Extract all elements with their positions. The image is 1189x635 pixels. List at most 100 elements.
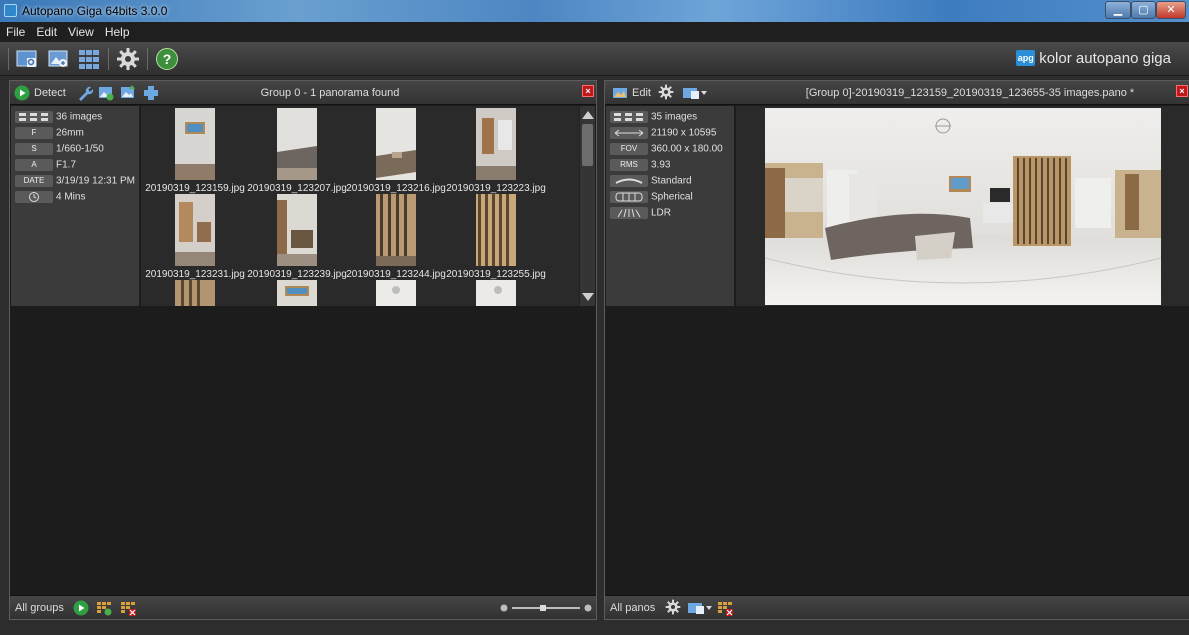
help-icon[interactable]: ?: [155, 47, 179, 71]
shutter-speed-row: S 1/660-1/50: [15, 143, 104, 157]
thumbnail-item-partial[interactable]: [245, 280, 349, 306]
date-tag: DATE: [15, 175, 53, 187]
export-images-icon[interactable]: [120, 85, 136, 101]
thumbnail-image: [277, 280, 317, 306]
date-value: 3/19/19 12:31 PM: [56, 175, 135, 187]
menu-edit[interactable]: Edit: [30, 22, 62, 39]
thumbnail-item[interactable]: 20190319_123244.jpg: [344, 194, 448, 280]
thumbnail-item[interactable]: 20190319_123207.jpg: [245, 108, 349, 194]
edit-button[interactable]: Edit: [632, 87, 651, 99]
detect-button[interactable]: Detect: [34, 87, 66, 99]
aperture-tag: A: [15, 159, 53, 171]
menu-help[interactable]: Help: [99, 22, 135, 39]
settings-gear-icon[interactable]: [116, 47, 140, 71]
render-all-dropdown-icon[interactable]: [687, 600, 713, 616]
thumbnail-zoom-slider[interactable]: [500, 603, 592, 613]
thumbnail-item[interactable]: 20190319_123255.jpg: [444, 194, 548, 280]
ldr-range-icon: [610, 207, 648, 219]
render-all-gear-icon[interactable]: [665, 599, 681, 615]
thumbnail-item-partial[interactable]: [344, 280, 448, 306]
thumbnail-filename: 20190319_123255.jpg: [446, 269, 546, 280]
thumbnail-filename: 20190319_123231.jpg: [145, 269, 245, 280]
fov-tag: FOV: [610, 143, 648, 155]
minimize-button[interactable]: ▁: [1105, 1, 1131, 19]
import-images-icon[interactable]: [46, 47, 70, 71]
thumbnail-filename: 20190319_123239.jpg: [247, 269, 347, 280]
rms-value: 3.93: [651, 159, 671, 171]
thumbnail-item[interactable]: 20190319_123159.jpg: [143, 108, 247, 194]
pano-info-column: 35 images 21190 x 10595 FOV 360.00 x 180.…: [606, 106, 734, 306]
dynamic-range-value: LDR: [651, 207, 672, 219]
remove-group-icon[interactable]: [120, 600, 136, 616]
wrench-icon[interactable]: [77, 85, 93, 101]
image-groups-panel: Detect Group 0 - 1 panorama found × 36 i…: [9, 80, 597, 620]
aperture-row: A F1.7: [15, 159, 76, 173]
groups-panel-footer: All groups: [10, 595, 596, 619]
thumbnail-image: [175, 194, 215, 266]
duration-value: 4 Mins: [56, 191, 86, 203]
app-icon: [4, 4, 17, 17]
thumbnail-item[interactable]: 20190319_123223.jpg: [444, 108, 548, 194]
thumbnail-image: [476, 194, 516, 266]
image-grid-icon: [610, 111, 648, 123]
app-window: Autopano Giga 64bits 3.0.0 ▁ ▢ ✕ File Edi…: [0, 0, 1189, 635]
all-groups-label: All groups: [15, 602, 64, 614]
panorama-preview-image[interactable]: [765, 108, 1161, 305]
group-title: Group 0 - 1 panorama found: [260, 87, 400, 99]
thumbnail-filename: 20190319_123207.jpg: [247, 183, 347, 194]
detect-play-icon[interactable]: [14, 85, 30, 101]
rms-tag: RMS: [610, 159, 648, 171]
thumbnail-item-partial[interactable]: [143, 280, 247, 306]
menu-view[interactable]: View: [62, 22, 99, 39]
thumbnail-image: [175, 108, 215, 180]
thumbnail-item[interactable]: 20190319_123231.jpg: [143, 194, 247, 280]
batch-grid-icon[interactable]: [77, 47, 101, 71]
pano-size-row: 21190 x 10595: [610, 127, 716, 141]
close-group-button[interactable]: ×: [582, 85, 594, 97]
close-window-button[interactable]: ✕: [1156, 1, 1186, 19]
remove-pano-icon[interactable]: [717, 600, 733, 616]
scroll-down-arrow-icon[interactable]: [582, 293, 594, 301]
clock-icon: [15, 191, 53, 203]
thumbnail-item[interactable]: 20190319_123216.jpg: [344, 108, 448, 194]
scroll-thumb[interactable]: [582, 124, 593, 166]
fov-value: 360.00 x 180.00: [651, 143, 723, 155]
close-pano-button[interactable]: ×: [1176, 85, 1188, 97]
image-count-text: 36 images: [56, 111, 103, 123]
open-folder-icon[interactable]: [15, 47, 39, 71]
add-group-icon[interactable]: [96, 600, 112, 616]
toolbar-separator: [8, 48, 9, 70]
brand-logo: apg kolor autopano giga: [1016, 50, 1171, 68]
color-mode-row: Standard: [610, 175, 692, 189]
control-points-icon[interactable]: [143, 85, 159, 101]
focal-tag: F: [15, 127, 53, 139]
detect-all-play-icon[interactable]: [73, 600, 89, 616]
thumbnail-image: [476, 280, 516, 306]
maximize-button[interactable]: ▢: [1131, 1, 1156, 19]
thumbnail-filename: 20190319_123216.jpg: [346, 183, 446, 194]
brand-logo-mark: apg: [1016, 50, 1036, 66]
render-dropdown-icon[interactable]: [682, 85, 708, 101]
menu-bar: File Edit View Help: [0, 22, 1189, 42]
thumbnail-area: 20190319_123159.jpg 20190319_123207.jpg …: [141, 106, 579, 306]
thumbnail-image: [476, 108, 516, 180]
thumbnail-image: [376, 280, 416, 306]
edit-pano-icon[interactable]: [612, 85, 628, 101]
scroll-up-arrow-icon[interactable]: [582, 111, 594, 119]
render-settings-gear-icon[interactable]: [658, 84, 674, 100]
add-images-icon[interactable]: [98, 85, 114, 101]
window-title: Autopano Giga 64bits 3.0.0: [22, 4, 168, 18]
thumbnail-image: [175, 280, 215, 306]
thumbnail-scrollbar[interactable]: [579, 106, 595, 306]
main-toolbar: ? apg kolor autopano giga: [0, 42, 1189, 76]
menu-file[interactable]: File: [0, 22, 30, 39]
thumbnail-grid: 20190319_123159.jpg 20190319_123207.jpg …: [141, 106, 579, 306]
duration-row: 4 Mins: [15, 191, 85, 205]
panos-panel-footer: All panos: [605, 595, 1189, 619]
shutter-value: 1/660-1/50: [56, 143, 104, 155]
all-panos-label: All panos: [610, 602, 656, 614]
shutter-tag: S: [15, 143, 53, 155]
thumbnail-filename: 20190319_123223.jpg: [446, 183, 546, 194]
thumbnail-item-partial[interactable]: [444, 280, 548, 306]
thumbnail-item[interactable]: 20190319_123239.jpg: [245, 194, 349, 280]
